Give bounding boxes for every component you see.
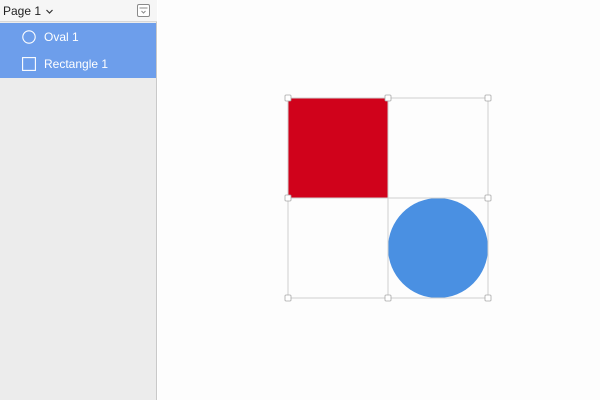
resize-handle-top-center[interactable] xyxy=(384,94,392,102)
resize-handle-bottom-right[interactable] xyxy=(484,294,492,302)
chevron-down-icon xyxy=(46,9,53,14)
collapse-pages-icon[interactable] xyxy=(137,4,150,17)
rectangle-icon xyxy=(22,57,36,71)
oval-1-shape[interactable] xyxy=(388,198,488,298)
page-selector-label: Page 1 xyxy=(3,4,42,18)
rectangle-1-shape[interactable] xyxy=(288,98,388,198)
layer-label: Rectangle 1 xyxy=(44,57,109,71)
page-selector[interactable]: Page 1 xyxy=(3,3,54,19)
page-header: Page 1 xyxy=(0,0,157,22)
resize-handle-top-right[interactable] xyxy=(484,94,492,102)
layers-sidebar: Page 1 Oval 1 Rectangle 1 xyxy=(0,0,157,400)
canvas[interactable] xyxy=(158,0,600,400)
layer-list: Oval 1 Rectangle 1 xyxy=(0,23,156,78)
layer-item-rectangle-1[interactable]: Rectangle 1 xyxy=(0,50,156,77)
resize-handle-middle-left[interactable] xyxy=(284,194,292,202)
oval-icon xyxy=(22,30,36,44)
sketch-window: Page 1 Oval 1 Rectangle 1 xyxy=(0,0,600,400)
artboard xyxy=(284,94,492,302)
layer-item-oval-1[interactable]: Oval 1 xyxy=(0,23,156,50)
resize-handle-bottom-center[interactable] xyxy=(384,294,392,302)
resize-handle-middle-right[interactable] xyxy=(484,194,492,202)
resize-handle-top-left[interactable] xyxy=(284,94,292,102)
layer-label: Oval 1 xyxy=(44,30,79,44)
resize-handle-bottom-left[interactable] xyxy=(284,294,292,302)
